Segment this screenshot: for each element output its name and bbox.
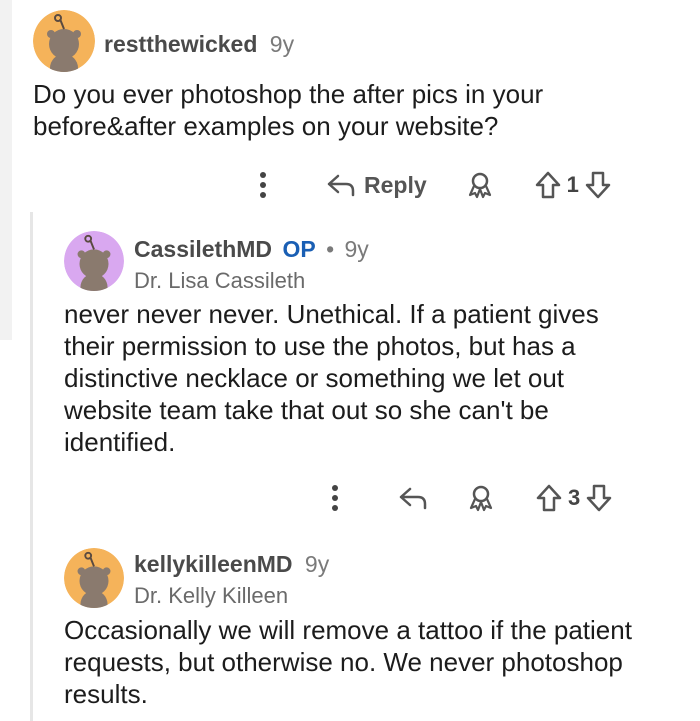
vote-count: 3 bbox=[568, 485, 581, 510]
avatar[interactable] bbox=[64, 231, 124, 291]
award-icon bbox=[469, 485, 493, 512]
upvote-button[interactable] bbox=[535, 171, 561, 199]
comment-actions: 3 bbox=[320, 478, 612, 518]
snoo-avatar-icon bbox=[64, 231, 124, 291]
username[interactable]: CassilethMD bbox=[134, 236, 272, 262]
award-button[interactable] bbox=[465, 170, 495, 200]
snoo-avatar-icon bbox=[64, 548, 124, 608]
comment-actions: Reply 1 bbox=[248, 165, 611, 205]
comment-age: 9y bbox=[344, 236, 369, 262]
award-icon bbox=[468, 172, 491, 199]
more-vertical-icon bbox=[332, 485, 338, 511]
comment-age: 9y bbox=[269, 31, 295, 57]
downvote-button[interactable] bbox=[585, 171, 611, 199]
upvote-button[interactable] bbox=[536, 484, 562, 512]
user-flair: Dr. Lisa Cassileth bbox=[134, 268, 306, 293]
op-badge: OP bbox=[282, 236, 316, 262]
user-flair: Dr. Kelly Killeen bbox=[134, 583, 289, 608]
reply-button[interactable] bbox=[398, 486, 428, 510]
comment-body: never never never. Unethical. If a patie… bbox=[64, 299, 599, 457]
downvote-arrow-icon bbox=[587, 484, 612, 512]
more-vertical-icon bbox=[260, 172, 266, 198]
username[interactable]: restthewicked bbox=[104, 31, 257, 57]
upvote-arrow-icon bbox=[536, 484, 562, 512]
upvote-arrow-icon bbox=[535, 171, 560, 199]
comment-body: Do you ever photoshop the after pics in … bbox=[33, 79, 544, 141]
reply-label: Reply bbox=[364, 171, 427, 198]
username[interactable]: kellykilleenMD bbox=[134, 551, 293, 577]
reply-button[interactable]: Reply bbox=[326, 172, 427, 199]
comment-age: 9y bbox=[304, 551, 330, 577]
thread-line[interactable] bbox=[30, 212, 33, 721]
comment-body: Occasionally we will remove a tattoo if … bbox=[64, 615, 632, 709]
award-button[interactable] bbox=[466, 483, 496, 513]
downvote-arrow-icon bbox=[585, 171, 611, 199]
more-options-button[interactable] bbox=[320, 484, 350, 512]
avatar[interactable] bbox=[33, 10, 95, 72]
more-options-button[interactable] bbox=[248, 171, 278, 199]
downvote-button[interactable] bbox=[586, 484, 612, 512]
separator-dot: • bbox=[326, 236, 335, 262]
reply-arrow-icon bbox=[399, 487, 427, 510]
left-gutter bbox=[0, 0, 12, 340]
vote-count: 1 bbox=[566, 172, 579, 197]
snoo-avatar-icon bbox=[33, 10, 95, 72]
reply-arrow-icon bbox=[327, 174, 355, 197]
avatar[interactable] bbox=[64, 548, 124, 608]
